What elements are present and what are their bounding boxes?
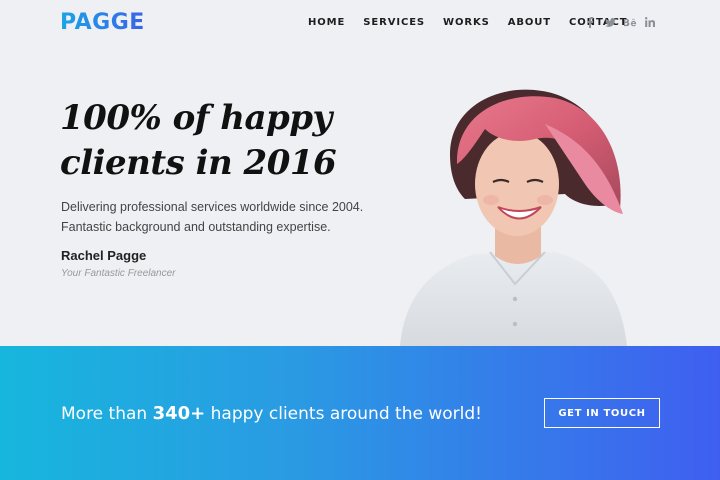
headline-line-2: clients in 2016 bbox=[60, 143, 337, 183]
portrait-image bbox=[400, 89, 627, 346]
hero-section: PAGGE HOME SERVICES WORKS ABOUT CONTACT … bbox=[0, 0, 720, 346]
hero-headline: 100% of happy clients in 2016 bbox=[60, 96, 400, 186]
get-in-touch-button[interactable]: GET IN TOUCH bbox=[544, 398, 660, 428]
cta-text-after: happy clients around the world! bbox=[205, 404, 482, 424]
hero-description: Delivering professional services worldwi… bbox=[61, 197, 391, 237]
cta-text-before: More than bbox=[61, 404, 153, 424]
nav-item-works[interactable]: WORKS bbox=[443, 17, 490, 28]
behance-icon[interactable] bbox=[623, 15, 637, 29]
nav-item-services[interactable]: SERVICES bbox=[363, 17, 425, 28]
cta-band: More than 340+ happy clients around the … bbox=[0, 346, 720, 480]
nav-item-about[interactable]: ABOUT bbox=[508, 17, 551, 28]
description-line-2: Fantastic background and outstanding exp… bbox=[61, 220, 331, 234]
person-role: Your Fantastic Freelancer bbox=[61, 268, 176, 279]
nav-item-home[interactable]: HOME bbox=[308, 17, 345, 28]
social-links bbox=[583, 15, 663, 29]
cta-text: More than 340+ happy clients around the … bbox=[61, 403, 482, 424]
person-name: Rachel Pagge bbox=[61, 248, 147, 263]
twitter-icon[interactable] bbox=[603, 15, 617, 29]
linkedin-icon[interactable] bbox=[643, 15, 657, 29]
headline-line-1: 100% of happy bbox=[60, 98, 332, 138]
cta-highlight: 340+ bbox=[152, 403, 206, 424]
facebook-icon[interactable] bbox=[583, 15, 597, 29]
logo[interactable]: PAGGE bbox=[60, 10, 145, 35]
description-line-1: Delivering professional services worldwi… bbox=[61, 200, 364, 214]
